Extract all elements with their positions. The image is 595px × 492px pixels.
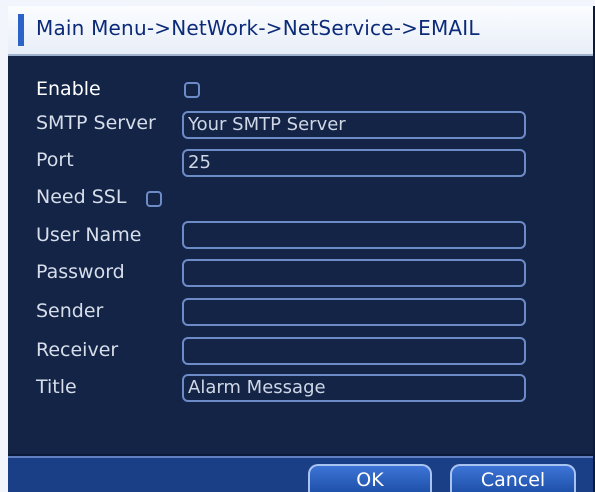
sender-label: Sender [36, 300, 104, 322]
title-bar: Main Menu->NetWork->NetService->EMAIL [8, 6, 593, 56]
enable-label: Enable [36, 78, 101, 100]
user-name-label: User Name [36, 224, 142, 246]
need-ssl-checkbox[interactable] [146, 191, 162, 207]
title-accent-bar [18, 14, 24, 46]
button-bar: OK Cancel [8, 456, 593, 492]
user-name-input[interactable] [182, 221, 526, 249]
enable-checkbox[interactable] [184, 82, 200, 98]
title-label: Title [36, 376, 77, 398]
smtp-server-input[interactable]: Your SMTP Server [182, 111, 526, 139]
email-settings-screen: Main Menu->NetWork->NetService->EMAIL En… [0, 0, 595, 492]
password-label: Password [36, 261, 125, 283]
window-frame-left [0, 0, 8, 492]
port-label: Port [36, 149, 74, 171]
receiver-label: Receiver [36, 339, 119, 361]
password-input[interactable] [182, 259, 526, 287]
smtp-server-label: SMTP Server [36, 112, 156, 134]
settings-panel: Enable SMTP Server Your SMTP Server Port… [8, 56, 593, 454]
ok-button[interactable]: OK [308, 464, 432, 492]
page-title: Main Menu->NetWork->NetService->EMAIL [36, 16, 480, 40]
cancel-button[interactable]: Cancel [450, 464, 576, 492]
port-input[interactable]: 25 [182, 149, 526, 177]
need-ssl-label: Need SSL [36, 186, 127, 208]
sender-input[interactable] [182, 298, 526, 326]
title-input[interactable]: Alarm Message [182, 374, 526, 402]
receiver-input[interactable] [182, 337, 526, 365]
